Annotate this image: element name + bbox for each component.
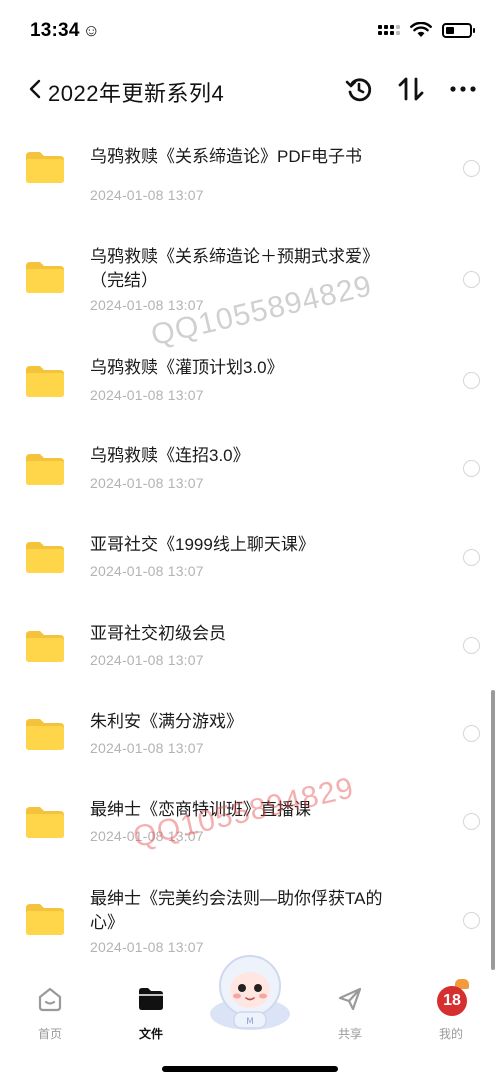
folder-icon <box>26 366 64 397</box>
file-name: 乌鸦救赎《灌顶计划3.0》 <box>90 358 284 377</box>
history-icon <box>345 78 372 102</box>
select-radio[interactable] <box>463 460 480 477</box>
file-date: 2024-01-08 13:07 <box>90 563 204 579</box>
file-date: 2024-01-08 13:07 <box>90 475 204 491</box>
list-item[interactable]: 乌鸦救赎《灌顶计划3.0》 2024-01-08 13:07 <box>0 328 500 416</box>
file-name: 亚哥社交初级会员 <box>90 624 226 643</box>
file-date: 2024-01-08 13:07 <box>90 652 204 668</box>
list-item[interactable]: 亚哥社交《1999线上聊天课》 2024-01-08 13:07 <box>0 505 500 593</box>
list-item[interactable]: 亚哥社交初级会员 2024-01-08 13:07 <box>0 593 500 681</box>
tab-bar: 首页 文件 M 共享 我的 18 <box>0 955 500 1082</box>
folder-icon <box>26 262 64 293</box>
select-radio[interactable] <box>463 912 480 929</box>
more-button[interactable] <box>448 74 478 104</box>
folder-icon <box>26 454 64 485</box>
tab-mine-label: 我的 <box>438 1027 463 1041</box>
file-name: 最绅士《完美约会法则—助你俘获TA的心》 <box>90 889 383 932</box>
folder-icon <box>26 542 64 573</box>
scrollbar[interactable] <box>491 690 495 970</box>
sort-icon <box>398 77 424 101</box>
wifi-icon <box>410 22 432 37</box>
list-item[interactable]: 最绅士《恋商特训班》直播课 2024-01-08 13:07 <box>0 769 500 857</box>
avatar-badge[interactable]: 18 <box>437 986 467 1016</box>
select-radio[interactable] <box>463 549 480 566</box>
file-name: 朱利安《满分游戏》 <box>90 712 243 731</box>
send-icon <box>338 987 362 1011</box>
file-date: 2024-01-08 13:07 <box>90 187 204 203</box>
list-item[interactable]: 乌鸦救赎《关系缔造论》PDF电子书 2024-01-08 13:07 <box>0 118 500 206</box>
select-radio[interactable] <box>463 637 480 654</box>
home-icon <box>38 987 62 1012</box>
status-bar: 13:34 ☺ <box>0 0 500 60</box>
mascot-icon[interactable]: M <box>206 952 294 1038</box>
file-name: 最绅士《恋商特训班》直播课 <box>90 800 311 819</box>
more-icon <box>450 86 476 92</box>
back-icon[interactable] <box>24 74 50 104</box>
nav-bar: 2022年更新系列4 <box>0 62 500 118</box>
file-name: 乌鸦救赎《关系缔造论》PDF电子书 <box>90 147 362 166</box>
page-title: 2022年更新系列4 <box>48 81 225 106</box>
folder-icon <box>26 904 64 935</box>
file-name: 乌鸦救赎《连招3.0》 <box>90 446 250 465</box>
select-radio[interactable] <box>463 813 480 830</box>
list-item[interactable]: 乌鸦救赎《关系缔造论＋预期式求爱》（完结） 2024-01-08 13:07 <box>0 218 500 328</box>
home-indicator <box>162 1066 338 1072</box>
file-date: 2024-01-08 13:07 <box>90 828 204 844</box>
list-item[interactable]: 朱利安《满分游戏》 2024-01-08 13:07 <box>0 681 500 769</box>
folder-icon <box>26 631 64 662</box>
folder-icon <box>26 719 64 750</box>
tab-files[interactable]: 文件 <box>116 984 186 1042</box>
list-item[interactable]: 乌鸦救赎《连招3.0》 2024-01-08 13:07 <box>0 416 500 504</box>
tab-files-label: 文件 <box>138 1027 163 1041</box>
file-list[interactable]: 乌鸦救赎《关系缔造论》PDF电子书 2024-01-08 13:07 乌鸦救赎《… <box>0 118 500 970</box>
folder-icon <box>26 152 64 183</box>
folder-icon <box>26 807 64 838</box>
signal-icon <box>378 25 400 35</box>
file-date: 2024-01-08 13:07 <box>90 387 204 403</box>
file-name: 亚哥社交《1999线上聊天课》 <box>90 535 315 554</box>
battery-icon <box>442 22 475 38</box>
file-date: 2024-01-08 13:07 <box>90 740 204 756</box>
tab-share[interactable]: 共享 <box>315 984 385 1042</box>
tab-home[interactable]: 首页 <box>15 984 85 1042</box>
select-radio[interactable] <box>463 271 480 288</box>
file-date: 2024-01-08 13:07 <box>90 939 204 955</box>
history-button[interactable] <box>344 74 374 104</box>
select-radio[interactable] <box>463 372 480 389</box>
tab-home-label: 首页 <box>37 1027 62 1041</box>
sort-button[interactable] <box>396 74 426 104</box>
select-radio[interactable] <box>463 725 480 742</box>
folder-tab-icon <box>139 988 163 1010</box>
status-icons <box>378 22 475 38</box>
status-time: 13:34 ☺ <box>30 20 101 41</box>
tab-share-label: 共享 <box>337 1027 362 1041</box>
svg-text:M: M <box>246 1017 254 1027</box>
face-icon: ☺ <box>82 21 101 40</box>
nav-actions <box>344 74 478 104</box>
file-date: 2024-01-08 13:07 <box>90 297 204 313</box>
select-radio[interactable] <box>463 160 480 177</box>
file-name: 乌鸦救赎《关系缔造论＋预期式求爱》（完结） <box>90 247 379 290</box>
